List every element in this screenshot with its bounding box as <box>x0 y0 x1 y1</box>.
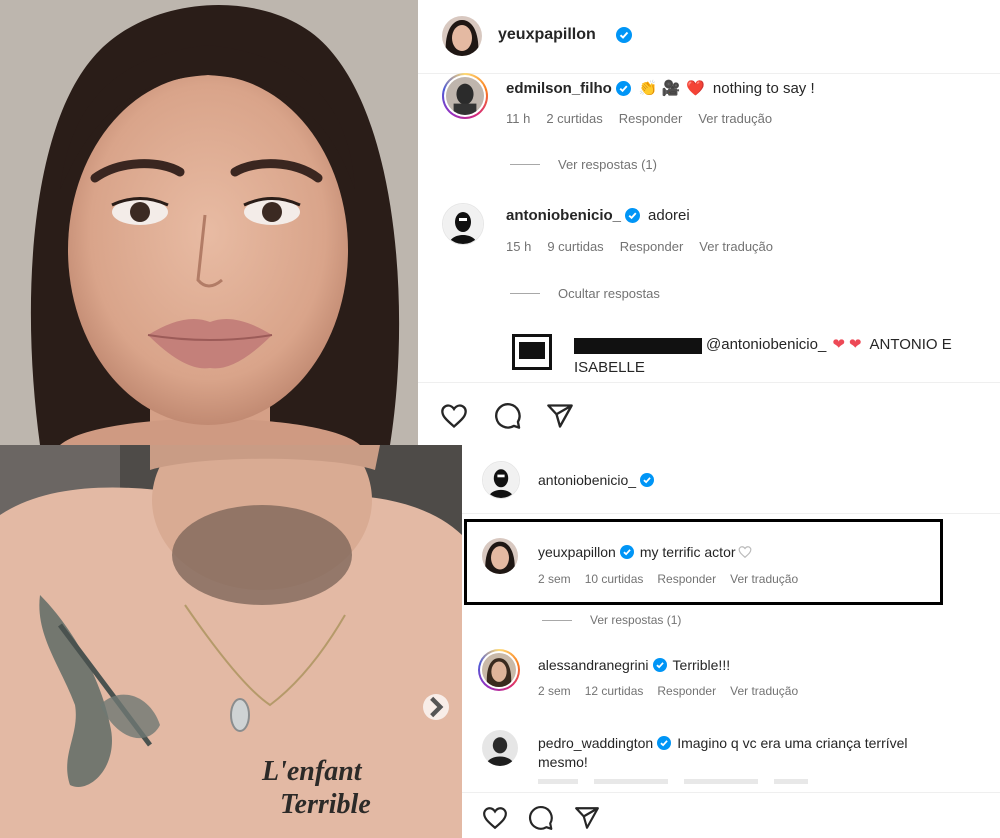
comment-text-line2: mesmo! <box>538 754 588 770</box>
reply-button[interactable]: Responder <box>657 572 716 586</box>
top-post-photo <box>0 0 418 445</box>
hide-replies-button[interactable]: Ocultar respostas <box>510 286 660 301</box>
reply-text-line2: ISABELLE <box>574 359 645 376</box>
comment-text: nothing to say ! <box>712 79 815 97</box>
redacted-username <box>574 338 702 354</box>
comment-username[interactable]: alessandranegrini <box>538 657 649 673</box>
share-icon[interactable] <box>546 402 574 430</box>
comment-time: 11 h <box>506 111 531 126</box>
verified-icon <box>616 27 632 43</box>
author-avatar[interactable] <box>442 16 482 56</box>
view-replies-button[interactable]: Ver respostas (1) <box>542 613 681 627</box>
heart-emoji: ❤️ <box>686 80 705 97</box>
comment-likes[interactable]: 2 curtidas <box>546 111 602 126</box>
replies-line <box>510 164 540 165</box>
camera-emoji: 🎥 <box>661 80 681 97</box>
redacted-avatar <box>512 334 552 370</box>
commenter-avatar[interactable] <box>442 203 484 245</box>
comment-icon[interactable] <box>494 402 522 430</box>
comment-meta: 11 h 2 curtidas Responder Ver tradução <box>506 111 772 126</box>
comment-icon[interactable] <box>528 805 554 831</box>
comment-username[interactable]: yeuxpapillon <box>538 544 616 560</box>
comment-meta: 15 h 9 curtidas Responder Ver tradução <box>506 239 773 254</box>
replies-line <box>542 619 572 621</box>
comment-likes[interactable]: 9 curtidas <box>547 239 603 254</box>
bottom-post-photo: L'enfant Terrible <box>0 445 462 838</box>
commenter-avatar[interactable] <box>478 649 520 691</box>
comment-time: 2 sem <box>538 684 571 698</box>
verified-icon <box>615 80 631 96</box>
carousel-next-icon[interactable] <box>423 694 449 720</box>
replies-label: Ver respostas (1) <box>590 613 682 627</box>
comment-meta: 2 sem 12 curtidas Responder Ver tradução <box>538 684 798 698</box>
comment-time: 2 sem <box>538 572 571 586</box>
comment-username[interactable]: pedro_waddington <box>538 735 653 751</box>
heart-icon[interactable] <box>482 805 508 831</box>
bottom-comment-panel: antoniobenicio_ yeuxpapillon my terrific… <box>462 445 1000 838</box>
tattoo-line2: Terrible <box>280 789 371 820</box>
header-divider <box>418 73 1000 74</box>
clipped-meta <box>538 779 808 784</box>
actions-divider <box>418 382 1000 383</box>
comment-text: my terrific actor <box>639 544 736 560</box>
author-username[interactable]: antoniobenicio_ <box>538 472 636 488</box>
comment-username[interactable]: antoniobenicio_ <box>506 207 621 224</box>
commenter-avatar[interactable] <box>482 730 518 766</box>
replies-label: Ocultar respostas <box>558 286 660 301</box>
reply-mention[interactable]: @antoniobenicio_ <box>706 336 826 353</box>
author-username[interactable]: yeuxpapillon <box>498 26 596 44</box>
comment-time: 15 h <box>506 239 532 254</box>
translate-button[interactable]: Ver tradução <box>730 572 798 586</box>
comment-likes[interactable]: 12 curtidas <box>585 684 644 698</box>
commenter-avatar[interactable] <box>482 538 518 574</box>
verified-icon <box>652 658 667 672</box>
tattoo-line1: L'enfant <box>261 756 363 787</box>
translate-button[interactable]: Ver tradução <box>698 111 772 126</box>
view-replies-button[interactable]: Ver respostas (1) <box>510 157 657 172</box>
commenter-avatar[interactable] <box>442 73 488 119</box>
reply-button[interactable]: Responder <box>619 111 683 126</box>
verified-icon <box>625 208 641 223</box>
verified-icon <box>619 545 634 559</box>
top-comment-panel: yeuxpapillon edmilson_filho 👏 🎥 ❤️ nothi… <box>418 0 1000 445</box>
reply-button[interactable]: Responder <box>620 239 684 254</box>
comment-username[interactable]: edmilson_filho <box>506 80 612 97</box>
highlighted-comment-box <box>464 519 943 605</box>
author-avatar[interactable] <box>482 461 520 499</box>
share-icon[interactable] <box>574 805 600 831</box>
heart-outline-icon[interactable] <box>738 545 752 559</box>
comment-likes[interactable]: 10 curtidas <box>585 572 644 586</box>
verified-icon <box>657 736 672 750</box>
heart-icon[interactable] <box>440 402 468 430</box>
heart-emoji: ❤ <box>848 336 862 353</box>
actions-divider <box>462 792 1000 793</box>
replies-label: Ver respostas (1) <box>558 157 657 172</box>
replies-line <box>510 293 540 294</box>
comment-text: Terrible!!! <box>672 657 731 673</box>
comment-meta: 2 sem 10 curtidas Responder Ver tradução <box>538 572 798 586</box>
clap-emoji: 👏 <box>638 80 658 97</box>
translate-button[interactable]: Ver tradução <box>730 684 798 698</box>
comment-text: Imagino q vc era uma criança terrível <box>677 735 908 751</box>
heart-emoji: ❤ <box>832 336 845 353</box>
header-divider <box>462 513 1000 514</box>
reply-text: ANTONIO E <box>869 335 952 353</box>
translate-button[interactable]: Ver tradução <box>699 239 773 254</box>
comment-text: adorei <box>648 207 690 224</box>
verified-icon <box>640 473 655 487</box>
reply-button[interactable]: Responder <box>657 684 716 698</box>
